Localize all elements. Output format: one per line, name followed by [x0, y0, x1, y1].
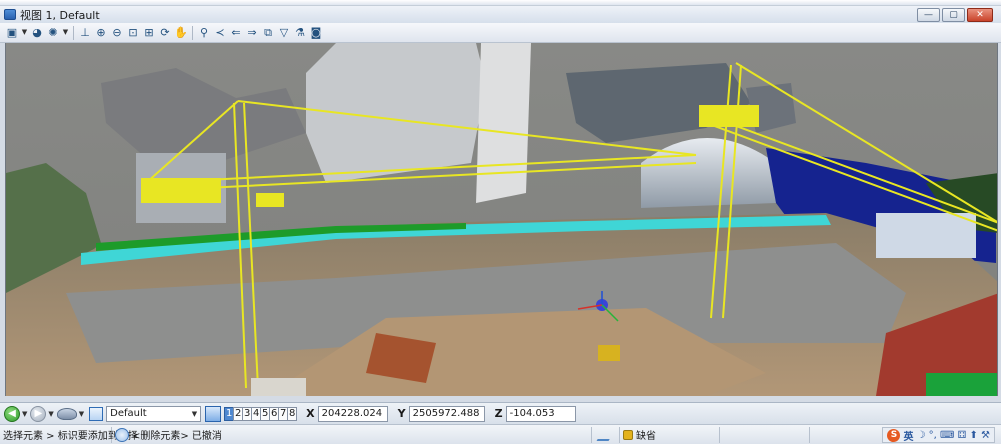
- minimize-button[interactable]: —: [917, 8, 940, 22]
- window-area-icon[interactable]: ⊡: [126, 26, 140, 40]
- y-coordinate-label: Y: [397, 407, 406, 420]
- brush-icon: [596, 428, 615, 441]
- back-icon[interactable]: ◀: [4, 405, 20, 422]
- ime-toolbar[interactable]: S 英 ☽ °, ⌨ ⚃ ⬆ ⚒: [882, 427, 995, 443]
- view-number-buttons: 1 2 3 4 5 6 7 8: [224, 406, 298, 421]
- pan-view-icon[interactable]: ✋: [174, 26, 188, 40]
- site-offices: [876, 213, 976, 258]
- x-coordinate-label: X: [306, 407, 315, 420]
- site-shed: [251, 378, 306, 396]
- fly-icon[interactable]: ≺: [213, 26, 227, 40]
- clip-volume-icon[interactable]: ▽: [277, 26, 291, 40]
- chevron-down-icon[interactable]: ▼: [22, 410, 27, 418]
- chevron-down-icon[interactable]: ▼: [62, 26, 69, 40]
- z-coordinate-label: Z: [494, 407, 503, 420]
- toggle-camera-icon[interactable]: ◙: [309, 26, 323, 40]
- sogou-logo-icon: S: [887, 428, 901, 442]
- view-group-icon: [89, 406, 104, 421]
- walk-icon[interactable]: ⚲: [197, 26, 211, 40]
- y-coordinate-field[interactable]: 2505972.488: [408, 405, 485, 422]
- active-level: 缺省: [636, 431, 656, 442]
- lock-icon: [623, 429, 633, 440]
- zoom-out-icon[interactable]: ⊖: [110, 26, 124, 40]
- chevron-down-icon[interactable]: ▼: [79, 410, 84, 418]
- tool-prompt: 选择元素 > 标识要添加到选择: [0, 426, 138, 443]
- fit-view-icon[interactable]: ⊞: [142, 26, 156, 40]
- crane-2-counterweight: [699, 105, 759, 127]
- microstation-window: 视图 1, Default — ▢ ✕ ▣ ▼ ◕ ✺ ▼ ⊥ ⊕ ⊖ ⊡ ⊞ …: [0, 0, 1001, 444]
- 3d-view-canvas[interactable]: [5, 43, 998, 396]
- z-coordinate-field[interactable]: -104.053: [505, 405, 576, 422]
- ime-tools-icon[interactable]: ☽ °, ⌨ ⚃ ⬆ ⚒: [916, 430, 990, 441]
- excavator: [598, 345, 620, 361]
- window-controls: — ▢ ✕: [917, 8, 993, 22]
- status-message: <删除元素> 已撤消: [132, 431, 222, 442]
- view-group-value: Default: [110, 408, 147, 419]
- copy-view-icon[interactable]: ⧉: [261, 26, 275, 40]
- level-cell[interactable]: 缺省: [620, 426, 720, 443]
- view-navigation-bar: ◀ ▼ ▶ ▼ ▼ Default ▼ 1 2 3 4 5 6 7 8 X 20…: [0, 402, 1001, 424]
- crane-1-cab: [256, 193, 284, 207]
- ime-language[interactable]: 英: [903, 428, 913, 443]
- clip-mask-icon[interactable]: ⚗: [293, 26, 307, 40]
- green-roof: [926, 373, 997, 396]
- view-window-icon: [4, 9, 16, 20]
- view-next-icon[interactable]: ⇒: [245, 26, 259, 40]
- chevron-down-icon[interactable]: ▼: [21, 26, 28, 40]
- zoom-in-icon[interactable]: ⊕: [94, 26, 108, 40]
- rotate-view-icon[interactable]: ⟳: [158, 26, 172, 40]
- status-message-cell: <删除元素> 已撤消: [112, 426, 592, 443]
- forward-icon[interactable]: ▶: [30, 405, 47, 422]
- view-title-bar[interactable]: 视图 1, Default — ▢ ✕: [0, 6, 1001, 23]
- crane-1-counterweight: [141, 178, 221, 203]
- view-control-toolbar: ▣ ▼ ◕ ✺ ▼ ⊥ ⊕ ⊖ ⊡ ⊞ ⟳ ✋ ⚲ ≺ ⇐ ⇒ ⧉ ▽ ⚗ ◙: [0, 23, 1001, 43]
- brush-icon-cell[interactable]: [592, 426, 620, 443]
- lighting-icon[interactable]: ✺: [46, 26, 60, 40]
- views-icon[interactable]: [205, 405, 222, 422]
- maximize-button[interactable]: ▢: [942, 8, 965, 22]
- tower-core: [476, 43, 531, 203]
- view-title: 视图 1, Default: [20, 8, 100, 22]
- x-coordinate-field[interactable]: 204228.024: [317, 405, 388, 422]
- display-style-icon[interactable]: ◕: [30, 26, 44, 40]
- saved-view-icon[interactable]: [56, 407, 77, 420]
- chevron-down-icon: ▼: [191, 409, 198, 418]
- toolbar-separator: [73, 25, 74, 40]
- view-8-button[interactable]: 8: [287, 406, 298, 421]
- camera-icon[interactable]: ⊥: [78, 26, 92, 40]
- status-cell-empty-1: [720, 426, 810, 443]
- chevron-down-icon[interactable]: ▼: [48, 410, 53, 418]
- site-scene: [6, 43, 997, 396]
- view-previous-icon[interactable]: ⇐: [229, 26, 243, 40]
- snap-icon[interactable]: [115, 427, 129, 442]
- toolbar-separator: [192, 25, 193, 40]
- close-button[interactable]: ✕: [967, 8, 993, 22]
- status-bar: 选择元素 > 标识要添加到选择 <删除元素> 已撤消 缺省 S 英 ☽ °, ⌨…: [0, 424, 1001, 444]
- view-group-select[interactable]: Default ▼: [106, 405, 202, 422]
- view-attributes-icon[interactable]: ▣: [5, 26, 19, 40]
